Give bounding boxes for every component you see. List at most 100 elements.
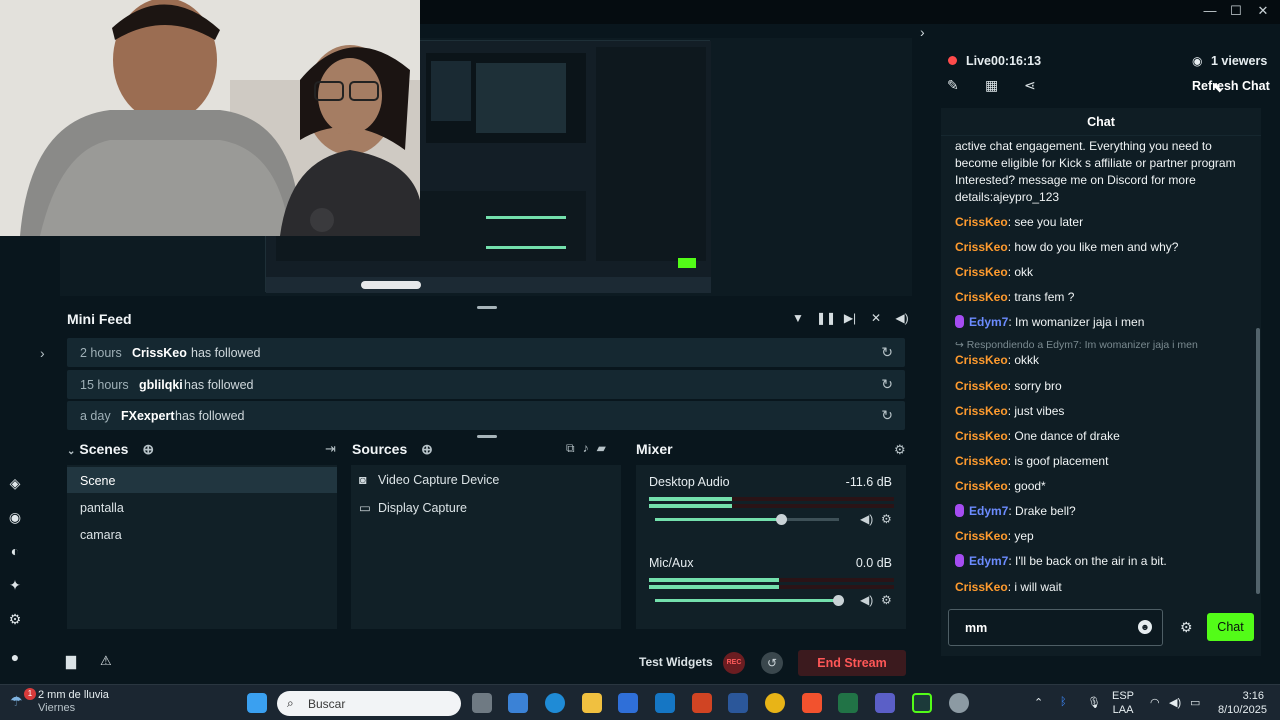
system-clock[interactable]: 3:16 8/10/2025 (1218, 689, 1267, 717)
chat-username[interactable]: CrissKeo (955, 265, 1008, 279)
resize-handle[interactable] (477, 435, 497, 438)
edge-icon[interactable] (545, 693, 565, 713)
emoji-icon[interactable]: ☻ (1138, 620, 1152, 634)
chevron-up-icon[interactable]: ⌃ (1034, 696, 1043, 709)
chevron-right-icon[interactable]: › (920, 24, 925, 40)
mute-alerts-icon[interactable]: ✕ (868, 310, 884, 326)
share-icon[interactable]: ⋖ (1024, 77, 1036, 94)
chat-send-button[interactable]: Chat (1207, 613, 1254, 641)
resize-handle[interactable] (477, 306, 497, 309)
audio-icon[interactable]: ♪ (583, 441, 589, 456)
chat-scrollbar[interactable] (1256, 328, 1260, 594)
add-scene-icon[interactable]: ⊕ (142, 441, 154, 457)
feed-user[interactable]: CrissKeo (132, 346, 187, 360)
chrome-icon[interactable] (765, 693, 785, 713)
feed-user[interactable]: FXexpert (121, 409, 175, 423)
volume-icon[interactable]: ◀) (894, 310, 910, 326)
gear-icon[interactable]: ⚙ (894, 442, 906, 458)
clip-icon[interactable]: ▦ (985, 77, 998, 94)
repeat-alert-icon[interactable]: ↻ (881, 407, 893, 424)
chevron-right-icon[interactable]: › (40, 345, 45, 361)
refresh-chat-button[interactable]: Refresh Chat (1192, 79, 1270, 93)
brave-icon[interactable] (802, 693, 822, 713)
chat-username[interactable]: CrissKeo (955, 379, 1008, 393)
battery-icon[interactable]: ▭ (1190, 696, 1200, 709)
chat-username[interactable]: CrissKeo (955, 353, 1008, 367)
selective-recording-icon[interactable]: ⧉ (566, 441, 575, 456)
alert-icon[interactable]: ⚠ (100, 653, 112, 669)
chat-username[interactable]: CrissKeo (955, 580, 1008, 594)
dashboard-icon[interactable]: ◈ (6, 474, 24, 492)
themes-icon[interactable]: ◐ (6, 542, 24, 560)
scene-item[interactable]: Scene (67, 467, 337, 493)
settings-app-icon[interactable] (949, 693, 969, 713)
close-button[interactable]: ✕ (1250, 3, 1276, 19)
task-view-icon[interactable] (472, 693, 492, 713)
scene-item[interactable]: pantalla (67, 494, 337, 520)
gear-icon[interactable]: ⚙ (881, 593, 892, 607)
volume-slider[interactable] (655, 595, 844, 606)
test-widgets-button[interactable]: Test Widgets (639, 655, 713, 669)
powerpoint-icon[interactable] (692, 693, 712, 713)
file-explorer-icon[interactable] (582, 693, 602, 713)
chevron-down-icon[interactable]: ⌄ (67, 446, 75, 457)
outlook-icon[interactable] (655, 693, 675, 713)
wifi-icon[interactable]: ◠ (1150, 696, 1160, 709)
repeat-alert-icon[interactable]: ↻ (881, 376, 893, 393)
volume-slider-knob[interactable] (775, 514, 787, 525)
scene-item[interactable]: camara (67, 521, 337, 547)
edit-stream-info-icon[interactable]: ✎ (947, 77, 959, 94)
skip-icon[interactable]: ▶| (842, 310, 858, 326)
maximize-button[interactable]: ☐ (1223, 3, 1249, 19)
chat-username[interactable]: CrissKeo (955, 240, 1008, 254)
replay-buffer-icon[interactable]: ↺ (761, 652, 783, 674)
bluetooth-icon[interactable]: ᛒ (1060, 696, 1067, 708)
teams-icon[interactable] (875, 693, 895, 713)
repeat-alert-icon[interactable]: ↻ (881, 344, 893, 361)
store-icon[interactable] (618, 693, 638, 713)
chat-username[interactable]: CrissKeo (955, 479, 1008, 493)
chat-username[interactable]: CrissKeo (955, 454, 1008, 468)
microphone-icon[interactable]: 🎙 (1087, 696, 1101, 709)
filter-icon[interactable]: ▼ (790, 310, 806, 326)
language-indicator[interactable]: ESP LAA (1112, 689, 1134, 717)
chat-username[interactable]: CrissKeo (955, 290, 1008, 304)
word-icon[interactable] (728, 693, 748, 713)
gear-icon[interactable]: ⚙ (881, 512, 892, 526)
chat-username[interactable]: Edym7 (969, 504, 1008, 518)
gear-icon[interactable]: ⚙ (1180, 619, 1193, 636)
end-stream-button[interactable]: End Stream (798, 650, 906, 676)
feed-user[interactable]: gblilqki (139, 378, 183, 392)
streamlabs-icon[interactable] (912, 693, 932, 713)
speaker-icon[interactable]: ◀) (860, 512, 873, 526)
stats-icon[interactable]: ▇ (66, 654, 76, 670)
folder-icon[interactable]: ▰ (597, 441, 606, 456)
add-source-icon[interactable]: ⊕ (421, 441, 433, 457)
highlighter-icon[interactable]: ✦ (6, 576, 24, 594)
source-item[interactable]: ◙ Video Capture Device (359, 473, 499, 487)
minimize-button[interactable]: — (1197, 3, 1223, 18)
chat-username[interactable]: Edym7 (969, 315, 1008, 329)
volume-slider[interactable] (655, 514, 839, 525)
taskbar-search[interactable]: ⌕ Buscar (277, 691, 461, 716)
volume-icon[interactable]: ◀) (1169, 696, 1181, 709)
chat-input[interactable]: mm ☻ (948, 609, 1163, 646)
studio-icon[interactable]: ◉ (6, 508, 24, 526)
search-icon: ⌕ (287, 696, 294, 710)
copilot-icon[interactable] (508, 693, 528, 713)
chat-username[interactable]: CrissKeo (955, 215, 1008, 229)
pause-icon[interactable]: ❚❚ (816, 310, 836, 326)
chat-username[interactable]: CrissKeo (955, 429, 1008, 443)
volume-slider-knob[interactable] (833, 595, 844, 606)
chat-username[interactable]: CrissKeo (955, 529, 1008, 543)
excel-icon[interactable] (838, 693, 858, 713)
chat-username[interactable]: CrissKeo (955, 404, 1008, 418)
settings-icon[interactable]: ⚙ (6, 610, 24, 628)
speaker-icon[interactable]: ◀) (860, 593, 873, 607)
rec-button[interactable]: REC (723, 652, 745, 674)
source-item[interactable]: ▭ Display Capture (359, 500, 467, 515)
transitions-icon[interactable]: ⇥ (325, 441, 336, 457)
windows-start-icon[interactable] (247, 693, 267, 713)
chat-username[interactable]: Edym7 (969, 554, 1008, 568)
profile-icon[interactable]: ● (6, 648, 24, 666)
